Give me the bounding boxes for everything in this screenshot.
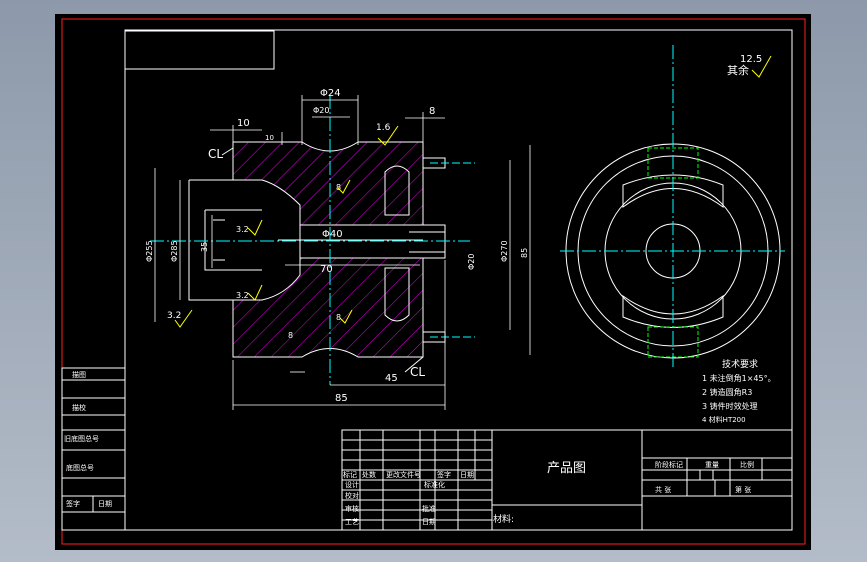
rough-8a: 8 [336, 183, 341, 192]
strip-check: 描校 [72, 403, 86, 412]
cad-drawing: Φ24 Φ20 10 10 8 Φ40 70 45 85 CL CL 1.6 3… [55, 14, 811, 550]
dim-8: 8 [429, 106, 435, 117]
rough-8c: 8 [288, 331, 293, 340]
strip-sign: 签字 [66, 499, 80, 508]
dim-d24: Φ24 [320, 88, 341, 99]
tb-mark: 标记 [343, 470, 357, 479]
drawing-title: 产品图 [547, 461, 586, 476]
tech-item-1: 1 未注倒角1×45°。 [702, 373, 776, 383]
tb-count: 处数 [362, 470, 376, 479]
tb-date2: 日期 [422, 518, 436, 526]
dim-v-d20: Φ20 [467, 254, 476, 270]
cl-top: CL [208, 147, 223, 161]
tech-item-3: 3 铸件时效处理 [702, 401, 758, 411]
tb-sheets: 共 张 [655, 485, 671, 494]
dim-v85: 85 [520, 248, 529, 258]
dim-v270: Φ270 [500, 240, 509, 262]
rough-32a: 3.2 [236, 225, 249, 234]
dim-85: 85 [335, 393, 348, 404]
rough-16: 1.6 [376, 123, 391, 133]
rough-32b: 3.2 [236, 291, 249, 300]
tb-sign: 签字 [437, 470, 451, 479]
strip-base-no: 底图总号 [66, 463, 94, 472]
rough-32c: 3.2 [167, 311, 181, 321]
tb-approve: 批准 [422, 504, 436, 513]
cl-bottom: CL [410, 365, 425, 379]
rough-8b: 8 [336, 313, 341, 322]
strip-draw: 描图 [72, 370, 86, 379]
material-label: 材料: [493, 513, 514, 525]
tech-item-4: 4 材料HT200 [702, 415, 746, 424]
tech-title: 技术要求 [722, 358, 758, 370]
tb-sheet: 第 张 [735, 485, 751, 494]
dim-v285: Φ285 [170, 240, 179, 262]
tb-review: 审核 [345, 504, 359, 513]
tb-standard: 标准化 [424, 480, 445, 489]
dim-70: 70 [320, 264, 333, 275]
tech-item-2: 2 铸造圆角R3 [702, 387, 752, 397]
dim-10b: 10 [265, 134, 274, 142]
tb-weight: 重量 [705, 461, 719, 469]
roughness-other-label: 其余 [727, 63, 749, 77]
tb-process: 工艺 [345, 518, 359, 526]
dim-d40: Φ40 [322, 229, 343, 240]
strip-old-no: 旧底图总号 [64, 434, 99, 443]
tb-change-no: 更改文件号 [386, 470, 421, 479]
tb-ratio: 比例 [740, 460, 754, 469]
dim-10a: 10 [237, 118, 250, 129]
dim-d20: Φ20 [313, 106, 329, 115]
dim-v35: 35 [200, 242, 209, 252]
tb-stage-header: 阶段标记 [655, 460, 683, 469]
tb-check: 校对 [345, 491, 359, 500]
tb-design: 设计 [345, 480, 359, 489]
dim-v255: Φ255 [145, 240, 154, 262]
tb-date: 日期 [460, 471, 474, 479]
strip-date: 日期 [98, 500, 112, 508]
dim-45: 45 [385, 373, 398, 384]
